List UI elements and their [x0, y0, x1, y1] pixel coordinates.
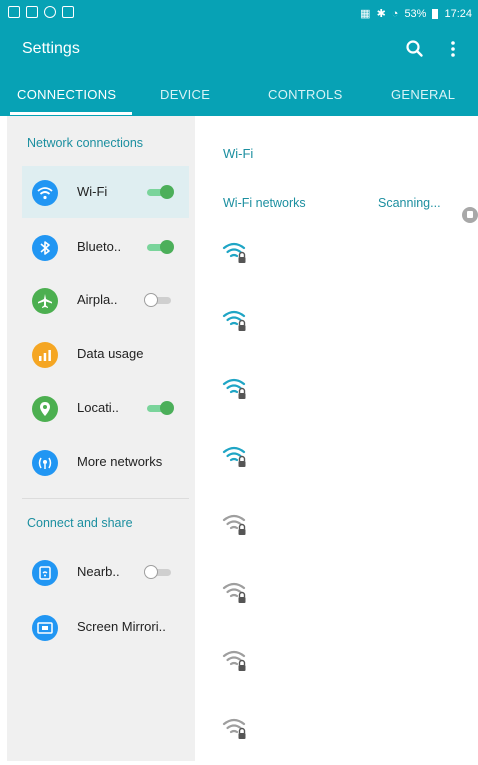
nearby-devices-label: Nearb..	[77, 564, 120, 579]
notification-icon	[8, 6, 20, 18]
scanning-status: Scanning...	[378, 196, 441, 210]
wifi-secured-icon	[222, 514, 246, 535]
wifi-secured-icon	[222, 718, 246, 739]
airplane-label: Airpla..	[77, 292, 118, 307]
nearby-devices-toggle[interactable]	[144, 565, 174, 579]
airplane-toggle[interactable]	[144, 293, 174, 307]
list-item-screen-mirroring[interactable]: Screen Mirrori..	[22, 601, 189, 653]
wifi-secured-icon	[222, 310, 246, 331]
wifi-secured-icon	[222, 582, 246, 603]
list-item-airplane[interactable]: Airpla..	[22, 274, 189, 326]
more-options-icon[interactable]	[442, 38, 464, 60]
wifi-network-row[interactable]	[222, 307, 252, 333]
wifi-label: Wi-Fi	[77, 184, 108, 199]
wifi-secured-icon	[222, 242, 246, 263]
wifi-network-row[interactable]	[222, 647, 252, 673]
page-title: Settings	[22, 40, 80, 57]
data-usage-icon	[32, 342, 58, 368]
app-bar: Settings	[0, 28, 478, 74]
bluetooth-icon	[32, 235, 58, 261]
tab-indicator	[10, 112, 132, 115]
tab-controls[interactable]: CONTROLS	[268, 87, 343, 102]
screen-mirroring-icon	[32, 615, 58, 641]
search-notification-icon	[44, 6, 56, 18]
battery-icon	[432, 8, 439, 19]
scroll-handle[interactable]	[462, 207, 478, 223]
list-item-nearby-devices[interactable]: Nearb..	[22, 546, 189, 598]
bluetooth-label: Blueto..	[77, 239, 122, 254]
wifi-secured-icon	[222, 378, 246, 399]
location-toggle[interactable]	[144, 401, 174, 415]
sim-icon: ▦	[360, 8, 371, 20]
screen-mirroring-label: Screen Mirrori..	[77, 619, 166, 634]
more-networks-icon	[32, 450, 58, 476]
wifi-networks-header: Wi-Fi networks	[223, 196, 306, 210]
clock: 17:24	[444, 7, 472, 20]
tab-device[interactable]: DEVICE	[160, 87, 210, 102]
wifi-network-row[interactable]	[222, 443, 252, 469]
list-item-data-usage[interactable]: Data usage	[22, 328, 189, 380]
tab-general[interactable]: GENERAL	[391, 87, 455, 102]
list-item-wifi[interactable]: Wi-Fi	[22, 166, 189, 218]
wifi-network-row[interactable]	[222, 239, 252, 265]
wifi-network-row[interactable]	[222, 579, 252, 605]
nearby-devices-icon	[32, 560, 58, 586]
wifi-status-icon: ◔	[391, 7, 399, 20]
list-item-bluetooth[interactable]: Blueto..	[22, 221, 189, 273]
bluetooth-toggle[interactable]	[144, 240, 174, 254]
wifi-network-row[interactable]	[222, 715, 252, 741]
list-item-location[interactable]: Locati..	[22, 382, 189, 434]
gallery-notification-icon	[26, 6, 38, 18]
wifi-network-row[interactable]	[222, 375, 252, 401]
section-header-network: Network connections	[27, 136, 144, 150]
system-icons: ▦ ✱ ◔ 53% 17:24	[360, 7, 472, 21]
tab-bar: CONNECTIONS DEVICE CONTROLS GENERAL	[0, 74, 478, 116]
battery-percentage: 53%	[404, 7, 427, 20]
data-usage-label: Data usage	[77, 346, 144, 361]
wifi-network-row[interactable]	[222, 511, 252, 537]
list-item-more-networks[interactable]: More networks	[22, 436, 189, 488]
location-icon	[32, 396, 58, 422]
section-divider	[22, 498, 189, 499]
wifi-secured-icon	[222, 650, 246, 671]
wifi-toggle[interactable]	[144, 185, 174, 199]
settings-category-list: Network connections Wi-Fi Blueto.. Airpl…	[7, 116, 195, 761]
notification-icons	[8, 6, 74, 18]
status-bar: ▦ ✱ ◔ 53% 17:24	[0, 0, 478, 28]
wifi-icon	[32, 180, 58, 206]
screenshot-notification-icon	[62, 6, 74, 18]
section-header-share: Connect and share	[27, 516, 133, 530]
search-icon[interactable]	[404, 38, 426, 60]
more-networks-label: More networks	[77, 454, 163, 469]
tab-connections[interactable]: CONNECTIONS	[17, 87, 116, 102]
wifi-title: Wi-Fi	[223, 146, 254, 161]
airplane-icon	[32, 288, 58, 314]
wifi-detail-pane: Wi-Fi Wi-Fi networks Scanning...	[196, 116, 478, 761]
location-label: Locati..	[77, 400, 119, 415]
wifi-secured-icon	[222, 446, 246, 467]
bluetooth-status-icon: ✱	[376, 8, 386, 20]
